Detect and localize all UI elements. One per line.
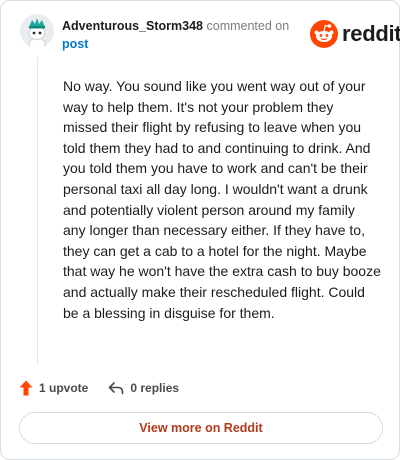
upvote-count: 1 upvote bbox=[39, 381, 89, 395]
replies-button[interactable]: 0 replies bbox=[108, 381, 179, 395]
post-link[interactable]: post bbox=[62, 37, 88, 51]
reddit-logo[interactable]: reddit bbox=[310, 19, 400, 49]
reddit-comment-embed: Adventurous_Storm348 commented on post r… bbox=[0, 0, 400, 460]
commented-on-text: commented on bbox=[206, 19, 290, 33]
reddit-wordmark: reddit bbox=[342, 21, 400, 46]
thread-line[interactable] bbox=[37, 57, 38, 365]
snoo-avatar-icon bbox=[20, 14, 54, 48]
reply-arrow-icon bbox=[109, 382, 124, 395]
comment-actions: 1 upvote 0 replies bbox=[19, 378, 179, 398]
avatar[interactable] bbox=[20, 14, 54, 48]
reddit-alien-icon bbox=[310, 20, 338, 48]
upvote-arrow-icon bbox=[19, 380, 33, 396]
comment-header: Adventurous_Storm348 commented on post bbox=[62, 17, 302, 53]
upvote-button[interactable]: 1 upvote bbox=[19, 380, 88, 396]
username-link[interactable]: Adventurous_Storm348 bbox=[62, 19, 203, 33]
reply-count: 0 replies bbox=[130, 381, 180, 395]
view-more-on-reddit-button[interactable]: View more on Reddit bbox=[19, 412, 383, 444]
comment-body: No way. You sound like you went way out … bbox=[63, 78, 381, 321]
